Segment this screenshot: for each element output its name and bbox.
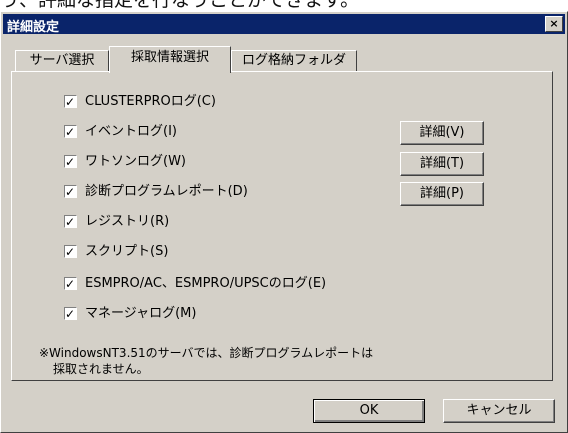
checkbox-checked-icon[interactable] [64,212,77,232]
checkbox-label: マネージャログ(M) [85,306,197,321]
ok-button[interactable]: OK [313,399,425,423]
tab-collect-info-select[interactable]: 採取情報選択 [109,46,231,73]
tab-server-select[interactable]: サーバ選択 [15,50,109,73]
tab-label: 採取情報選択 [130,50,209,65]
tab-log-folder[interactable]: ログ格納フォルダ [231,50,357,73]
checkbox-checked-icon[interactable] [64,304,77,324]
close-button[interactable]: × [545,16,563,32]
background-text: う、評細な指定を行なうことができます。 [0,0,360,11]
watson-log-detail-button[interactable]: 詳細(T) [400,152,484,176]
checkbox-registry[interactable]: レジストリ(R) [64,212,169,232]
event-log-detail-button[interactable]: 詳細(V) [400,121,484,145]
checkbox-clusterpro-log[interactable]: CLUSTERPROログ(C) [64,92,216,112]
checkbox-manager-log[interactable]: マネージャログ(M) [64,304,196,324]
checkbox-checked-icon[interactable] [64,122,77,142]
advanced-settings-dialog: 詳細設定 × サーバ選択 採取情報選択 ログ格納フォルダ CLUSTERPROロ… [0,11,568,433]
note-line-2: 採取されません。 [53,362,149,376]
checkbox-diagnostic-report[interactable]: 診断プログラムレポート(D) [64,182,248,202]
checkbox-esmpro-log[interactable]: ESMPRO/AC、ESMPRO/UPSCのログ(E) [64,274,326,294]
checkbox-checked-icon[interactable] [64,152,77,172]
checkbox-label: レジストリ(R) [85,214,170,229]
diagnostic-report-detail-button[interactable]: 詳細(P) [400,182,484,206]
windowsnt-note: ※WindowsNT3.51のサーバでは、診断プログラムレポートは 採取されませ… [39,345,373,377]
title-bar[interactable]: 詳細設定 × [3,14,565,35]
tab-label: ログ格納フォルダ [241,53,346,68]
cancel-button[interactable]: キャンセル [443,399,555,423]
dialog-title: 詳細設定 [7,20,60,35]
checkbox-label: ESMPRO/AC、ESMPRO/UPSCのログ(E) [85,276,327,291]
checkbox-label: ワトソンログ(W) [85,154,186,169]
tab-panel: CLUSTERPROログ(C) イベントログ(I) ワトソンログ(W) 診断プロ… [11,71,553,381]
note-line-1: ※WindowsNT3.51のサーバでは、診断プログラムレポートは [39,346,374,360]
tab-label: サーバ選択 [29,53,95,68]
checkbox-label: 診断プログラムレポート(D) [85,184,248,199]
checkbox-checked-icon[interactable] [64,92,77,112]
checkbox-label: イベントログ(I) [85,124,177,139]
checkbox-checked-icon[interactable] [64,182,77,202]
checkbox-checked-icon[interactable] [64,242,77,262]
checkbox-event-log[interactable]: イベントログ(I) [64,122,177,142]
checkbox-script[interactable]: スクリプト(S) [64,242,168,262]
checkbox-label: CLUSTERPROログ(C) [85,94,216,109]
close-icon: × [549,17,559,30]
checkbox-checked-icon[interactable] [64,274,77,294]
checkbox-watson-log[interactable]: ワトソンログ(W) [64,152,186,172]
checkbox-label: スクリプト(S) [85,244,169,259]
